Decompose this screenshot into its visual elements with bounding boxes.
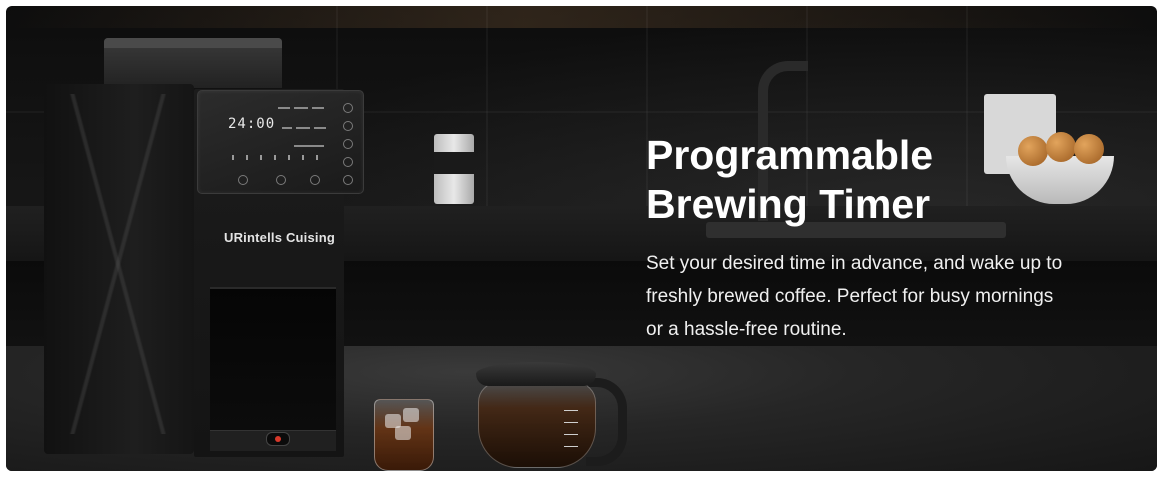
strength-indicator [274,155,276,160]
feature-copy: Programmable Brewing Timer Set your desi… [646,131,1086,346]
panel-button [276,175,286,185]
panel-label [314,127,326,129]
panel-button [310,175,320,185]
strength-indicator [288,155,290,160]
headline-line-2: Brewing Timer [646,181,931,227]
panel-button [343,139,353,149]
iced-coffee-glass [374,399,434,471]
coffee-maker-side [44,84,194,454]
carafe-measure-mark [564,422,578,423]
panel-button [343,175,353,185]
carafe-body [478,382,596,468]
glass-carafe [476,362,627,468]
panel-label [282,127,292,129]
headline-line-1: Programmable [646,132,934,178]
feature-description: Set your desired time in advance, and wa… [646,253,1063,340]
ice-cube [403,408,419,422]
ice-cube [395,426,411,440]
strength-indicator [302,155,304,160]
carafe-measure-mark [564,446,578,447]
background-cup [434,134,474,204]
carafe-measure-mark [564,434,578,435]
timer-display: 24:00 [228,116,276,132]
brand-name: URintells Cuising [224,230,336,245]
panel-button [343,157,353,167]
bean-grinder-hopper [104,38,282,88]
strength-indicator [260,155,262,160]
ceiling-light [6,6,1157,28]
strength-indicator [232,155,234,160]
carafe-lid [476,362,596,386]
panel-button [343,121,353,131]
panel-label [278,107,290,109]
brew-area [210,287,336,432]
panel-button [343,103,353,113]
control-panel: 24:00 [197,90,364,194]
panel-label [296,127,310,129]
carafe-measure-mark [564,410,578,411]
panel-button [238,175,248,185]
feature-headline: Programmable Brewing Timer [646,131,1086,229]
hero-banner: 24:00 URintells Cuising Programmable Bre… [6,6,1157,471]
strength-indicator [246,155,248,160]
coffee-maker: 24:00 URintells Cuising [44,38,364,462]
panel-label [312,107,324,109]
wall-tile-seam [486,6,488,226]
panel-label [294,145,324,147]
strength-indicator [316,155,318,160]
panel-label [294,107,308,109]
power-switch [266,432,290,446]
